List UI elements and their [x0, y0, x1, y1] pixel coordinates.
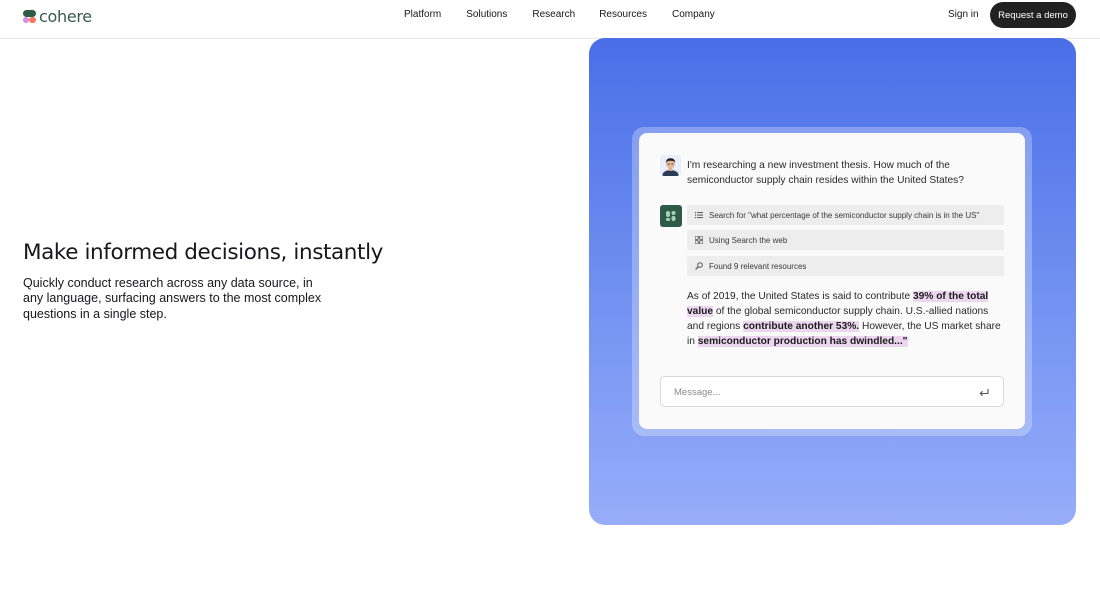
tool-step-text: Using Search the web [709, 235, 788, 245]
tool-step-text: Search for "what percentage of the semic… [709, 210, 980, 220]
brand-name: cohere [39, 7, 92, 26]
chat-card: I'm researching a new investment thesis.… [639, 133, 1025, 429]
user-avatar-icon [660, 155, 681, 176]
message-input[interactable]: Message... [660, 376, 1004, 407]
nav-item-company[interactable]: Company [672, 9, 715, 20]
enter-icon[interactable] [978, 386, 990, 398]
request-demo-button[interactable]: Request a demo [990, 2, 1076, 28]
answer-highlight: semiconductor production has dwindled...… [697, 336, 908, 347]
chat-card-frame: I'm researching a new investment thesis.… [632, 127, 1032, 436]
user-message: I'm researching a new investment thesis.… [687, 160, 964, 186]
nav-item-solutions[interactable]: Solutions [466, 9, 507, 20]
list-icon [695, 211, 703, 219]
tool-step-text: Found 9 relevant resources [709, 261, 807, 271]
site-header: cohere Platform Solutions Research Resou… [0, 0, 1100, 39]
hero-headline: Make informed decisions, instantly [23, 240, 383, 265]
sign-in-link[interactable]: Sign in [948, 9, 979, 20]
answer-text: As of 2019, the United States is said to… [687, 291, 913, 302]
nav-item-platform[interactable]: Platform [404, 9, 441, 20]
tool-step-found-resources: Found 9 relevant resources [687, 256, 1004, 276]
nav-item-resources[interactable]: Resources [599, 9, 647, 20]
hero-subcopy: Quickly conduct research across any data… [23, 276, 322, 321]
assistant-answer: As of 2019, the United States is said to… [687, 289, 1007, 349]
cohere-logo-mark-icon [23, 10, 36, 23]
main-nav: Platform Solutions Research Resources Co… [404, 9, 715, 20]
grid-icon [695, 236, 703, 244]
search-icon [695, 262, 703, 270]
message-input-placeholder: Message... [674, 387, 721, 398]
assistant-avatar-icon [660, 205, 682, 227]
cohere-logo[interactable]: cohere [23, 7, 92, 26]
chat-demo-visual: I'm researching a new investment thesis.… [589, 38, 1076, 525]
answer-highlight: contribute another 53%. [743, 321, 860, 332]
tool-step-search-query: Search for "what percentage of the semic… [687, 205, 1004, 225]
nav-item-research[interactable]: Research [532, 9, 575, 20]
tool-step-using-search: Using Search the web [687, 230, 1004, 250]
